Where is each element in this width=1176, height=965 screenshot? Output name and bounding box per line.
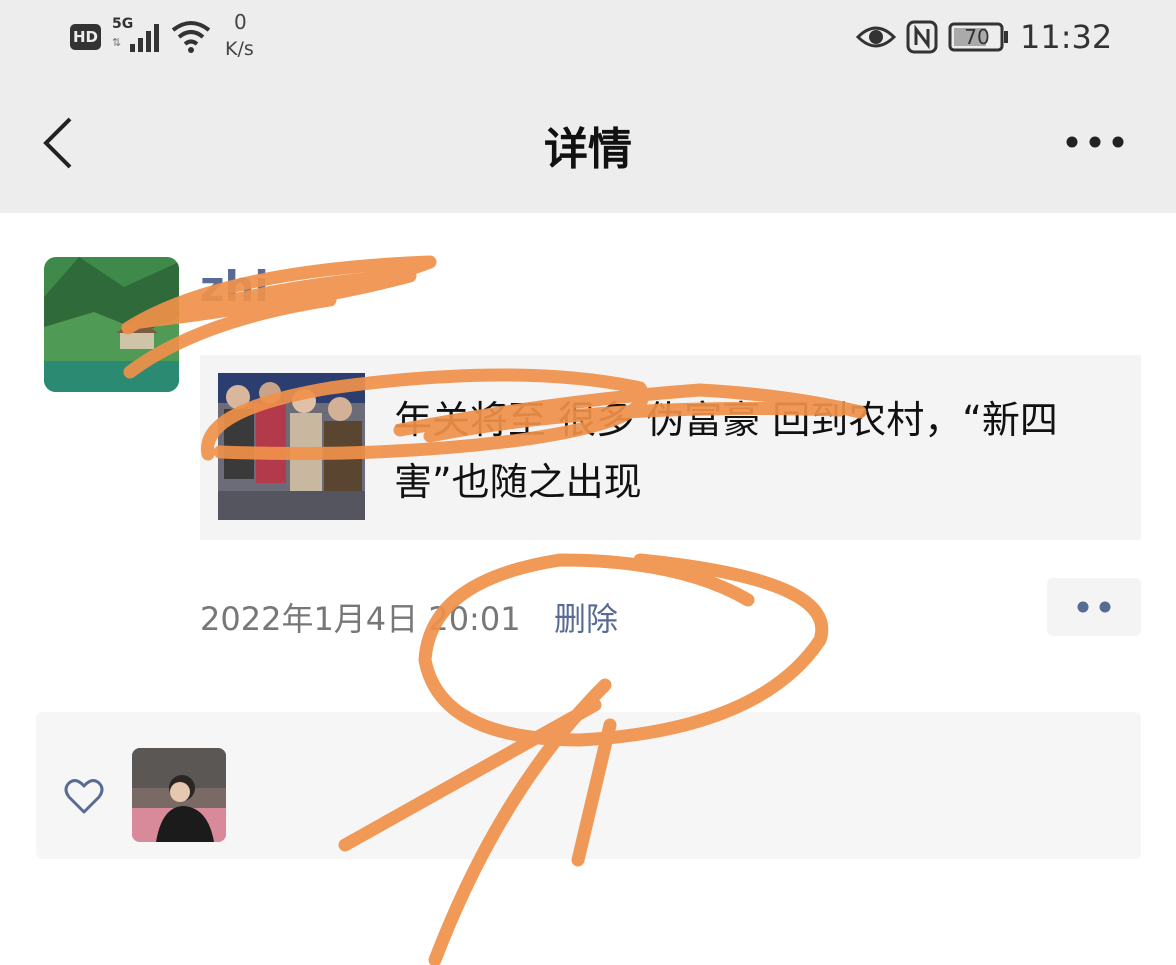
status-bar: HD 5G ⇅ 0 K/s 70 11:32 — [0, 0, 1176, 80]
liker-avatar[interactable] — [132, 748, 226, 842]
wifi-icon — [171, 21, 211, 53]
post-timestamp: 2022年1月4日 20:01 — [200, 600, 521, 638]
battery-level: 70 — [964, 25, 990, 49]
net-speed-unit: K/s — [225, 38, 254, 60]
eye-icon — [856, 26, 896, 48]
likes-section — [36, 712, 1141, 859]
signal-icon — [130, 24, 159, 52]
network-activity-icon: ⇅ — [112, 36, 122, 49]
delete-button[interactable]: 删除 — [554, 594, 618, 640]
link-title: 年关将至 很多 伪富豪 回到农村，“新四害”也随之出现 — [394, 398, 1058, 504]
nfc-icon — [906, 20, 938, 54]
clock: 11:32 — [1020, 18, 1113, 56]
more-dots-icon[interactable] — [1062, 127, 1128, 157]
shared-link-card[interactable]: 年关将至 很多 伪富豪 回到农村，“新四害”也随之出现 — [200, 355, 1141, 540]
comment-dots-icon — [1077, 601, 1111, 613]
hd-badge: HD — [70, 24, 101, 50]
page-title: 详情 — [544, 124, 632, 175]
net-speed-value: 0 — [234, 10, 247, 34]
author-name[interactable]: zhi — [200, 262, 269, 311]
comment-action-button[interactable] — [1047, 578, 1141, 636]
author-avatar[interactable] — [44, 257, 179, 392]
link-thumbnail — [218, 373, 365, 520]
heart-icon — [64, 779, 104, 814]
